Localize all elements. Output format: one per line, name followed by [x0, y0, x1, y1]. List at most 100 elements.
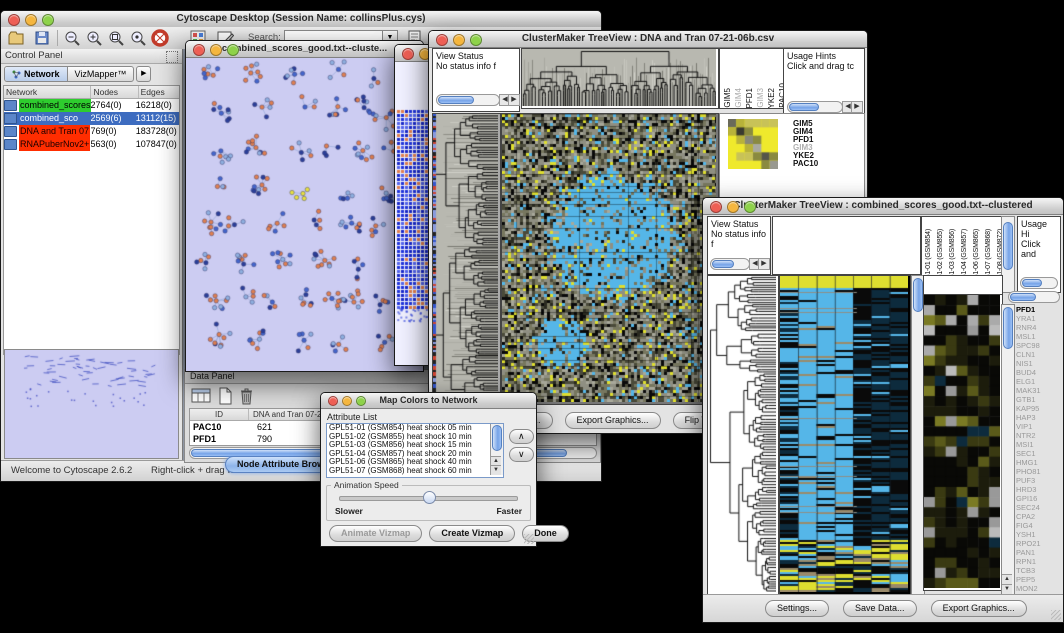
- minimize-icon[interactable]: [453, 34, 465, 46]
- zoom-window-icon[interactable]: [227, 44, 239, 56]
- zoom-in-icon[interactable]: [85, 29, 103, 47]
- tv1-heatmap[interactable]: [501, 113, 719, 405]
- gene-label[interactable]: FIG4: [1016, 521, 1061, 530]
- id-column-header[interactable]: ID: [190, 409, 249, 420]
- gene-label[interactable]: PFD1: [1016, 305, 1061, 314]
- scroll-thumb[interactable]: [913, 278, 923, 312]
- zoom-out-icon[interactable]: [63, 29, 81, 47]
- scroll-right-icon[interactable]: ▶: [851, 101, 863, 113]
- move-down-button[interactable]: ∨: [509, 447, 534, 462]
- scroll-thumb[interactable]: [1003, 222, 1013, 270]
- treeview1-titlebar[interactable]: ClusterMaker TreeView : DNA and Tran 07-…: [429, 31, 867, 48]
- tv1-summary-matrix[interactable]: [728, 119, 778, 169]
- tv2-heatmap[interactable]: [779, 275, 911, 595]
- tv2-usage-scrollbar[interactable]: [1020, 277, 1058, 289]
- tv2-genelist-hscrollbar[interactable]: [1008, 291, 1060, 303]
- select-attributes-icon[interactable]: [191, 387, 211, 405]
- attribute-item[interactable]: GPL51-01 (GSM854) heat shock 05 min: [327, 424, 490, 433]
- column-label[interactable]: GIM4: [734, 88, 743, 108]
- network-row[interactable]: RNAPuberNov2+ 563(0) 107847(0): [4, 138, 179, 151]
- treeview-button[interactable]: Settings...: [765, 600, 829, 617]
- zoom-window-icon[interactable]: [470, 34, 482, 46]
- gene-label[interactable]: PUF3: [1016, 476, 1061, 485]
- gene-label[interactable]: PEP5: [1016, 575, 1061, 584]
- network-canvas[interactable]: [186, 58, 421, 370]
- gene-label[interactable]: NIS1: [1016, 359, 1061, 368]
- close-icon[interactable]: [328, 396, 338, 406]
- zoom-window-icon[interactable]: [42, 14, 54, 26]
- speed-slider-knob[interactable]: [423, 491, 436, 504]
- column-label[interactable]: GIM3: [756, 88, 765, 108]
- zoom-window-icon[interactable]: [744, 201, 756, 213]
- dialog-button[interactable]: Create Vizmap: [429, 525, 515, 542]
- resize-grip[interactable]: [524, 534, 534, 544]
- attribute-item[interactable]: GPL51-06 (GSM865) heat shock 40 min: [327, 458, 490, 467]
- gene-label[interactable]: MSI1: [1016, 440, 1061, 449]
- treeview2-titlebar[interactable]: ClusterMaker TreeView : combined_scores_…: [703, 198, 1063, 215]
- gene-label[interactable]: GPI16: [1016, 494, 1061, 503]
- minimize-icon[interactable]: [25, 14, 37, 26]
- scroll-thumb[interactable]: [789, 103, 819, 111]
- network-overview-thumbnail[interactable]: [4, 349, 179, 459]
- tab-vizmapper[interactable]: VizMapper™: [68, 69, 134, 79]
- gene-label[interactable]: MON2: [1016, 584, 1061, 592]
- save-icon[interactable]: [33, 29, 51, 47]
- main-traffic-lights[interactable]: [8, 14, 54, 26]
- gene-label[interactable]: HRD3: [1016, 485, 1061, 494]
- network-view-titlebar[interactable]: combined_scores_good.txt--cluste...: [186, 41, 423, 58]
- scroll-thumb[interactable]: [1022, 279, 1042, 287]
- network-row[interactable]: DNA and Tran 07 769(0) 183728(0): [4, 125, 179, 138]
- network-row[interactable]: combined_sco 2569(6) 13112(15): [4, 112, 179, 125]
- tv2-summary-heatmap[interactable]: [923, 294, 1003, 591]
- gene-label[interactable]: MSL1: [1016, 332, 1061, 341]
- gene-label[interactable]: SEC24: [1016, 503, 1061, 512]
- gene-label[interactable]: PAN1: [1016, 548, 1061, 557]
- main-titlebar[interactable]: Cytoscape Desktop (Session Name: collins…: [1, 11, 601, 28]
- tv2-labels-vscrollbar[interactable]: [1001, 216, 1015, 293]
- close-icon[interactable]: [193, 44, 205, 56]
- tv1-status-scrollbar[interactable]: [436, 94, 500, 106]
- close-icon[interactable]: [402, 48, 414, 60]
- scroll-down-icon[interactable]: ▼: [1002, 584, 1012, 594]
- close-icon[interactable]: [710, 201, 722, 213]
- move-up-button[interactable]: ∧: [509, 429, 534, 444]
- gene-label[interactable]: SPC98: [1016, 341, 1061, 350]
- column-label[interactable]: PFD1: [745, 88, 754, 108]
- zoom-selected-icon[interactable]: [129, 29, 147, 47]
- tv1-usage-scrollbar[interactable]: [787, 101, 843, 113]
- column-label[interactable]: YKE2: [767, 88, 776, 108]
- gene-label[interactable]: BUD4: [1016, 368, 1061, 377]
- tabs-overflow-icon[interactable]: ▶: [136, 66, 151, 82]
- gene-label[interactable]: GTB1: [1016, 395, 1061, 404]
- gene-label[interactable]: CPA2: [1016, 512, 1061, 521]
- scroll-thumb[interactable]: [438, 96, 474, 104]
- minimize-icon[interactable]: [727, 201, 739, 213]
- close-icon[interactable]: [8, 14, 20, 26]
- gene-label[interactable]: PHO81: [1016, 467, 1061, 476]
- attribute-listbox[interactable]: GPL51-01 (GSM854) heat shock 05 min GPL51…: [326, 423, 504, 478]
- list-vscrollbar[interactable]: ▲ ▼: [490, 424, 503, 475]
- new-attribute-icon[interactable]: [217, 387, 233, 405]
- zoom-fit-icon[interactable]: [107, 29, 125, 47]
- gene-label[interactable]: YSH1: [1016, 530, 1061, 539]
- scroll-thumb[interactable]: [712, 260, 734, 268]
- help-lifering-icon[interactable]: [151, 29, 169, 47]
- scroll-thumb[interactable]: [492, 425, 502, 451]
- gene-label[interactable]: CLN1: [1016, 350, 1061, 359]
- resize-grip[interactable]: [1051, 610, 1061, 620]
- scroll-down-icon[interactable]: ▼: [491, 465, 501, 475]
- dialog-button[interactable]: Animate Vizmap: [329, 525, 422, 542]
- scroll-thumb[interactable]: [1010, 293, 1036, 301]
- minimize-icon[interactable]: [342, 396, 352, 406]
- gene-label[interactable]: YRA1: [1016, 314, 1061, 323]
- scroll-right-icon[interactable]: ▶: [758, 258, 770, 270]
- dialog-titlebar[interactable]: Map Colors to Network: [321, 393, 536, 409]
- gene-label[interactable]: RPO21: [1016, 539, 1061, 548]
- tab-network[interactable]: Network: [5, 67, 68, 81]
- gene-label[interactable]: HAP3: [1016, 413, 1061, 422]
- gene-label[interactable]: ELG1: [1016, 377, 1061, 386]
- gene-label[interactable]: KAP95: [1016, 404, 1061, 413]
- network-row[interactable]: combined_scores 2764(0) 16218(0): [4, 99, 179, 112]
- gene-label[interactable]: TCB3: [1016, 566, 1061, 575]
- close-icon[interactable]: [436, 34, 448, 46]
